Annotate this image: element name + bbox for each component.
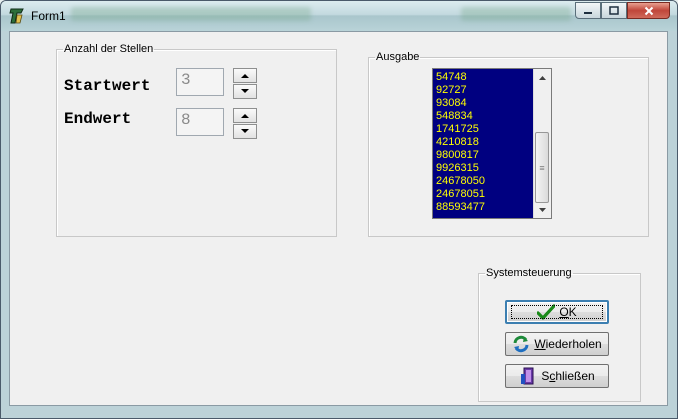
ok-button[interactable]: OK	[505, 300, 609, 324]
startwert-spinner	[233, 68, 257, 99]
systemsteuerung-legend: Systemsteuerung	[486, 267, 572, 279]
list-item[interactable]: 88593477	[435, 201, 535, 214]
arrow-up-icon	[241, 114, 249, 118]
list-item[interactable]: 24678051	[435, 188, 535, 201]
list-item[interactable]: 92727	[435, 84, 535, 97]
checkmark-icon	[537, 303, 556, 321]
arrow-down-icon	[241, 129, 249, 133]
endwert-label: Endwert	[64, 110, 132, 128]
ausgabe-listbox[interactable]: 54748 92727 93084 548834 1741725 4210818…	[432, 68, 552, 219]
scroll-down-button[interactable]	[534, 201, 551, 218]
endwert-input[interactable]: 8	[176, 108, 224, 136]
endwert-down-button[interactable]	[233, 124, 257, 139]
arrow-up-icon	[539, 75, 546, 80]
endwert-up-button[interactable]	[233, 108, 257, 123]
schliessen-button[interactable]: Schließen	[505, 364, 609, 388]
arrow-up-icon	[241, 74, 249, 78]
title-bar[interactable]: Form1	[1, 1, 677, 31]
list-item[interactable]: 548834	[435, 110, 535, 123]
schliessen-button-label: Schließen	[541, 369, 595, 383]
list-item[interactable]: 93084	[435, 97, 535, 110]
door-exit-icon	[519, 367, 537, 385]
scroll-up-button[interactable]	[534, 69, 551, 86]
scroll-thumb[interactable]: ≡	[535, 132, 549, 203]
app-icon[interactable]	[8, 7, 26, 25]
list-item[interactable]: 9800817	[435, 149, 535, 162]
list-item[interactable]: 54748	[435, 71, 535, 84]
startwert-input[interactable]: 3	[176, 68, 224, 96]
maximize-icon	[609, 5, 619, 15]
maximize-button[interactable]	[601, 2, 627, 19]
arrow-down-icon	[539, 207, 546, 212]
minimize-button[interactable]	[575, 2, 601, 19]
close-icon	[644, 6, 653, 15]
list-item[interactable]: 24678050	[435, 175, 535, 188]
caption-buttons	[575, 2, 670, 20]
list-item[interactable]: 9926315	[435, 162, 535, 175]
refresh-icon	[512, 335, 530, 353]
ausgabe-group-legend: Ausgabe	[376, 51, 420, 63]
startwert-up-button[interactable]	[233, 68, 257, 83]
minimize-icon	[584, 11, 592, 14]
close-button[interactable]	[627, 2, 670, 19]
ausgabe-list-items: 54748 92727 93084 548834 1741725 4210818…	[435, 71, 535, 214]
arrow-down-icon	[241, 89, 249, 93]
ausgabe-scrollbar[interactable]: ≡	[533, 69, 551, 218]
endwert-spinner	[233, 108, 257, 139]
wiederholen-button-label: Wiederholen	[534, 337, 602, 351]
wiederholen-button[interactable]: Wiederholen	[505, 332, 609, 356]
ok-button-label: OK	[559, 305, 577, 319]
startwert-down-button[interactable]	[233, 84, 257, 99]
startwert-label: Startwert	[64, 77, 151, 95]
window-title: Form1	[31, 9, 66, 23]
list-item[interactable]: 4210818	[435, 136, 535, 149]
anzahl-group-legend: Anzahl der Stellen	[64, 43, 154, 55]
list-item[interactable]: 1741725	[435, 123, 535, 136]
